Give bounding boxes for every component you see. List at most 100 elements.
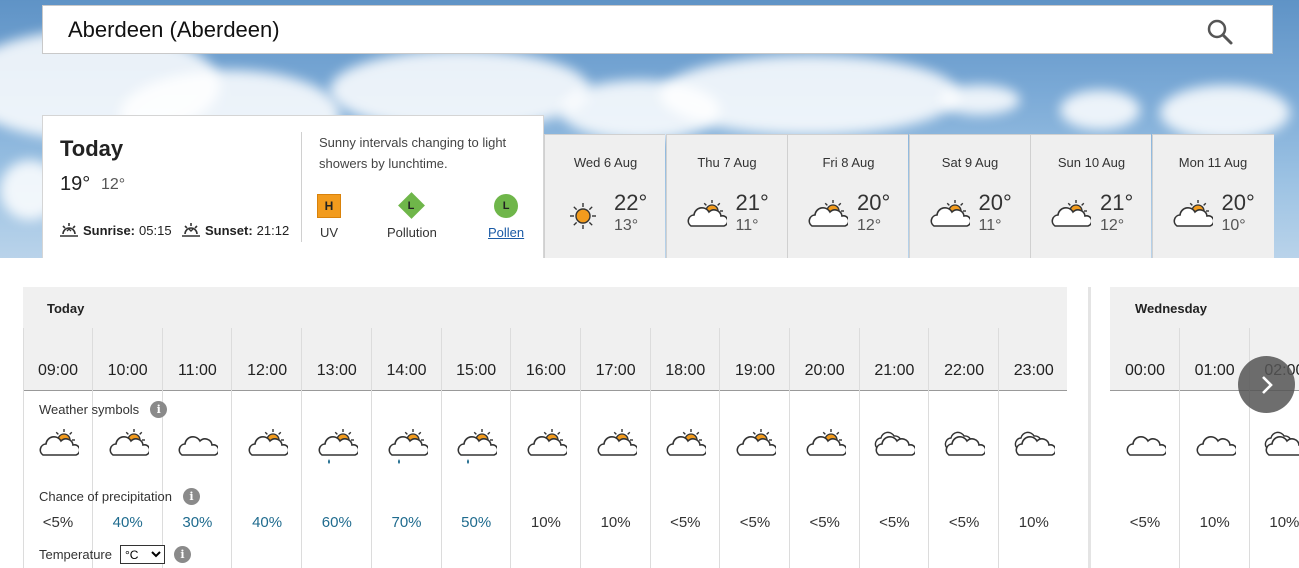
- sunrise-icon: [60, 223, 78, 237]
- next-day-hourly-title: Wednesday: [1135, 301, 1208, 316]
- precipitation-value: <5%: [1129, 514, 1161, 531]
- pollen-index[interactable]: L Pollen: [488, 194, 524, 240]
- uv-index[interactable]: H UV: [317, 194, 341, 240]
- location-search: [42, 5, 1273, 54]
- sunrise-time: 05:15: [139, 222, 172, 238]
- sunny-intervals-icon: [525, 428, 569, 471]
- hour-label: 17:00: [595, 362, 636, 379]
- sunny-intervals-icon: [685, 199, 728, 242]
- day-high-temp: 20°: [857, 190, 891, 215]
- partly-cloudy-night-icon: [943, 428, 987, 471]
- day-separator: [1088, 287, 1091, 568]
- day-low-temp: 11°: [978, 217, 1002, 234]
- precipitation-value: 70%: [391, 514, 422, 531]
- day-name: Sun 10 Aug: [1057, 155, 1126, 170]
- precipitation-value: <5%: [42, 514, 74, 531]
- pollen-link[interactable]: Pollen: [488, 225, 524, 240]
- precipitation-value: 40%: [252, 514, 283, 531]
- pollen-badge: L: [494, 194, 519, 218]
- sunny-intervals-icon: [928, 199, 971, 242]
- sunny-intervals-icon: [595, 428, 639, 471]
- hour-label: 16:00: [525, 362, 566, 379]
- next-hours-button[interactable]: [1238, 356, 1295, 413]
- day-tab[interactable]: Fri 8 Aug 20° 12°: [787, 134, 908, 258]
- day-name: Thu 7 Aug: [697, 155, 757, 170]
- today-description: Sunny intervals changing to light shower…: [319, 135, 507, 171]
- pollution-badge: L: [398, 192, 426, 219]
- day-high-temp: 20°: [1221, 190, 1255, 215]
- day-low-temp: 12°: [1100, 217, 1125, 234]
- hour-label: 21:00: [874, 362, 915, 379]
- temperature-row-label: Temperature °C i: [39, 545, 191, 564]
- day-name: Fri 8 Aug: [822, 155, 875, 170]
- info-icon[interactable]: i: [173, 546, 191, 563]
- weather-symbols-row-label: Weather symbols i: [39, 401, 168, 418]
- hour-label: 10:00: [107, 362, 148, 379]
- sunny-intervals-icon: [664, 428, 708, 471]
- uv-badge: H: [317, 194, 341, 218]
- light-shower-icon: [316, 428, 360, 471]
- sunrise-label: Sunrise:: [83, 222, 136, 238]
- sunny-intervals-icon: [806, 199, 850, 242]
- divider: [301, 132, 302, 242]
- partly-cloudy-night-icon: [1263, 428, 1299, 471]
- day-tab[interactable]: Sat 9 Aug 20° 11°: [908, 134, 1030, 258]
- sunny-intervals-icon: [37, 428, 81, 471]
- today-low-temp: 12°: [101, 176, 126, 193]
- pollution-index[interactable]: L Pollution: [387, 192, 437, 240]
- location-search-input[interactable]: [43, 6, 1193, 53]
- precipitation-value: 40%: [112, 514, 143, 531]
- info-icon[interactable]: i: [150, 401, 168, 418]
- hour-label: 20:00: [804, 362, 845, 379]
- temperature-unit-select[interactable]: °C: [119, 545, 165, 564]
- precipitation-value: 10%: [1018, 514, 1049, 531]
- precipitation-value: <5%: [948, 514, 980, 531]
- sunny-intervals-icon: [804, 428, 848, 471]
- day-low-temp: 10°: [1221, 217, 1246, 234]
- today-title: Today: [60, 136, 124, 161]
- day-high-temp: 22°: [614, 190, 648, 215]
- day-name: Wed 6 Aug: [573, 155, 638, 170]
- precipitation-value: 60%: [321, 514, 352, 531]
- sunny-icon: [563, 199, 605, 242]
- precipitation-row-label: Chance of precipitation i: [39, 488, 200, 505]
- sunset-icon: [182, 223, 200, 237]
- sunset-time: 21:12: [256, 222, 290, 238]
- precipitation-value: 10%: [1269, 514, 1299, 531]
- info-icon[interactable]: i: [182, 488, 200, 505]
- day-tab[interactable]: Mon 11 Aug 20° 10°: [1151, 134, 1274, 258]
- cloudy-icon: [1124, 428, 1168, 471]
- hour-label: 23:00: [1013, 362, 1054, 379]
- sunset-label: Sunset:: [205, 222, 253, 238]
- light-shower-icon: [455, 428, 499, 471]
- today-summary-card[interactable]: Today 19° 12° Sunrise: 05:15 Sunset: 21:…: [42, 115, 544, 258]
- precipitation-value: <5%: [670, 514, 701, 531]
- day-tab[interactable]: Sun 10 Aug 21° 12°: [1030, 134, 1151, 258]
- hour-label: 09:00: [37, 362, 79, 379]
- precipitation-value: 10%: [600, 514, 631, 531]
- day-tab[interactable]: Wed 6 Aug 22° 13°: [544, 134, 665, 258]
- day-high-temp: 21°: [735, 190, 769, 215]
- day-low-temp: 12°: [857, 217, 882, 234]
- uv-label: UV: [319, 225, 339, 240]
- day-name: Sat 9 Aug: [941, 155, 999, 170]
- search-icon[interactable]: [1206, 18, 1234, 46]
- day-high-temp: 21°: [1100, 190, 1134, 215]
- hour-label: 11:00: [177, 362, 217, 379]
- day-low-temp: 11°: [735, 217, 759, 234]
- today-hourly-header: [23, 287, 1067, 328]
- hour-label: 15:00: [456, 362, 497, 379]
- precipitation-value: 10%: [1199, 514, 1230, 531]
- sunny-intervals-icon: [246, 428, 290, 471]
- precipitation-value: <5%: [879, 514, 910, 531]
- partly-cloudy-night-icon: [1013, 428, 1057, 471]
- today-hourly-title: Today: [47, 301, 85, 316]
- sunset: Sunset: 21:12: [182, 222, 289, 238]
- precipitation-value: 10%: [530, 514, 561, 531]
- cloudy-icon: [176, 428, 220, 471]
- sunny-intervals-icon: [1049, 199, 1093, 242]
- hour-label: 22:00: [944, 362, 985, 379]
- sunny-intervals-icon: [734, 428, 778, 471]
- hours-band: [23, 328, 1067, 391]
- day-tab[interactable]: Thu 7 Aug 21° 11°: [665, 134, 787, 258]
